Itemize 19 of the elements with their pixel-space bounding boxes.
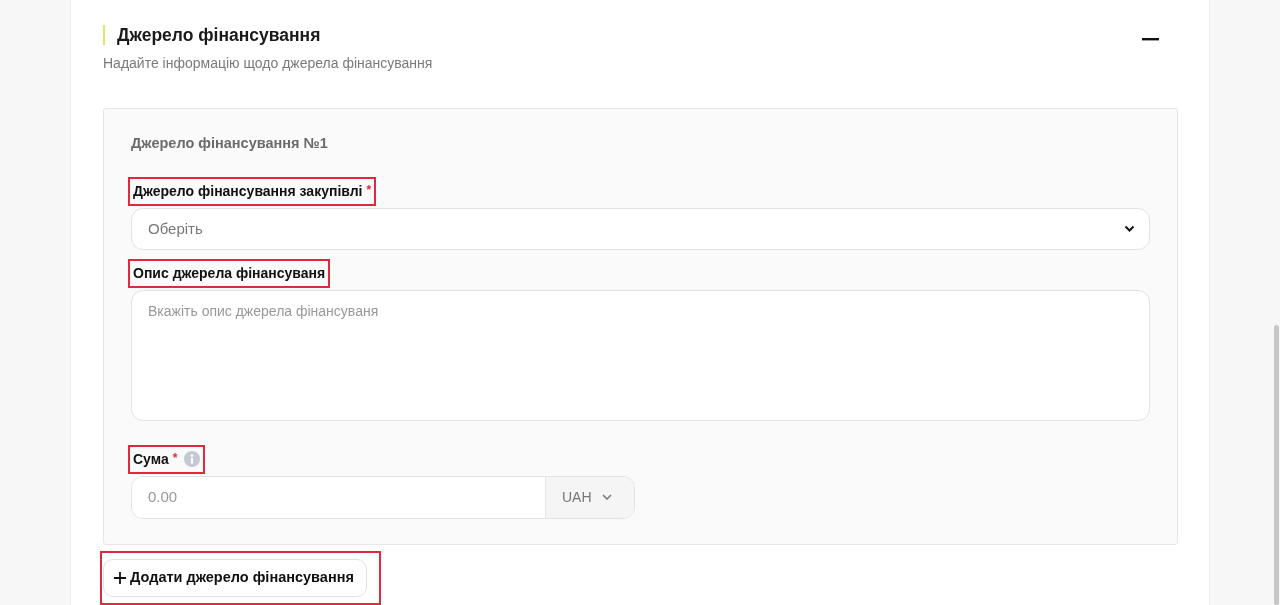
plus-icon bbox=[114, 571, 126, 584]
section-title: Джерело фінансування bbox=[103, 25, 433, 45]
highlighted-field-label: Опис джерела фінансуваня bbox=[128, 258, 331, 288]
add-source-button[interactable]: Додати джерело фінансування bbox=[103, 558, 367, 597]
amount-field[interactable]: 0.00 UAH bbox=[131, 475, 635, 519]
info-icon[interactable] bbox=[184, 451, 201, 468]
source-heading: Джерело фінансування №1 bbox=[131, 134, 329, 153]
minus-icon[interactable] bbox=[1142, 37, 1159, 41]
section-subtitle: Надайте інформацію щодо джерела фінансування bbox=[103, 54, 433, 73]
highlighted-field-label: Сума * bbox=[128, 444, 206, 474]
description-textarea[interactable]: Вкажіть опис джерела фінансуваня bbox=[131, 289, 1150, 421]
scrollbar-thumb[interactable] bbox=[1274, 325, 1279, 605]
chevron-down-icon bbox=[601, 494, 612, 501]
currency-select[interactable]: UAH bbox=[545, 476, 634, 518]
required-mark: * bbox=[366, 181, 372, 199]
chevron-down-icon bbox=[1124, 225, 1135, 233]
required-mark: * bbox=[172, 449, 178, 467]
highlighted-field-label: Джерело фінансування закупівлі * bbox=[128, 176, 377, 206]
select-field[interactable]: Оберіть bbox=[131, 207, 1150, 250]
